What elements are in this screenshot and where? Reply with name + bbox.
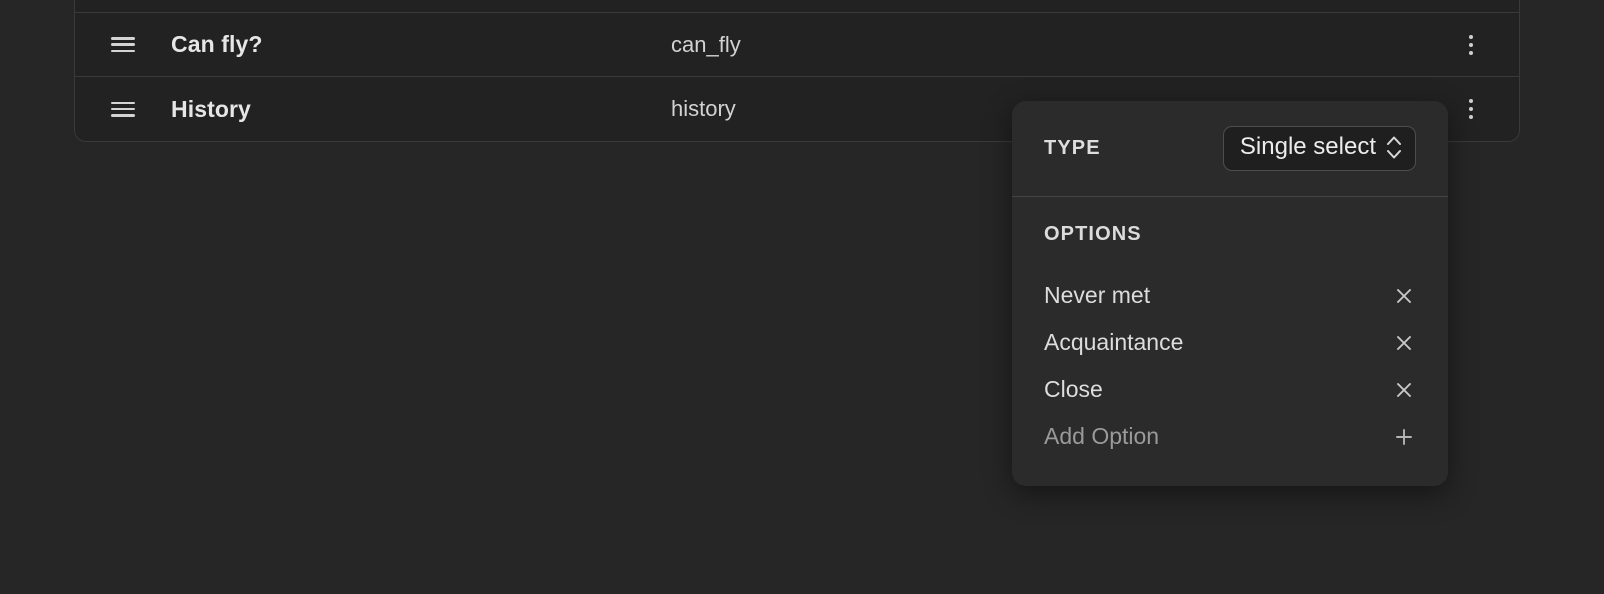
list-item[interactable]: Never met (1044, 272, 1416, 319)
kebab-dot (1469, 107, 1473, 111)
type-section-label: TYPE (1044, 137, 1101, 159)
add-option-label: Add Option (1044, 423, 1160, 449)
drag-handle-line (111, 43, 135, 46)
drag-handle-icon[interactable] (111, 37, 135, 52)
field-type-select-value: Single select (1239, 133, 1376, 161)
field-key: can_fly (671, 31, 741, 57)
drag-handle-line (111, 114, 135, 117)
kebab-dot (1469, 50, 1473, 55)
field-key: history (671, 96, 736, 121)
kebab-dot (1469, 115, 1473, 119)
list-item[interactable]: Close (1044, 366, 1416, 413)
field-type-popover: TYPE Single select OPTIONS Never met Acq… (1012, 101, 1448, 486)
option-label: Close (1044, 376, 1103, 402)
drag-handle-line (111, 49, 135, 52)
kebab-menu-icon[interactable] (1459, 33, 1483, 57)
option-label: Acquaintance (1044, 329, 1184, 355)
close-icon[interactable] (1392, 284, 1416, 308)
kebab-menu-icon[interactable] (1459, 97, 1483, 121)
close-icon[interactable] (1392, 378, 1416, 402)
popover-type-section: TYPE Single select (1012, 101, 1448, 197)
plus-icon[interactable] (1392, 425, 1416, 449)
row-drag-handle-cell (75, 37, 171, 52)
add-option-button[interactable]: Add Option (1044, 413, 1416, 460)
drag-handle-line (111, 107, 135, 111)
chevron-up-down-icon[interactable] (1386, 135, 1402, 160)
field-label: History (171, 95, 251, 122)
kebab-dot (1469, 42, 1473, 47)
drag-handle-icon[interactable] (111, 101, 135, 117)
list-item[interactable]: Acquaintance (1044, 319, 1416, 366)
row-menu-cell (1423, 33, 1519, 57)
field-type-select[interactable]: Single select (1222, 126, 1416, 171)
table-row[interactable]: Relationship relationship Single select (75, 0, 1519, 13)
drag-handle-line (111, 37, 135, 40)
row-drag-handle-cell (75, 101, 171, 117)
popover-options-section: OPTIONS Never met Acquaintance Close Add… (1012, 197, 1448, 486)
options-section-label: OPTIONS (1044, 223, 1142, 245)
close-icon[interactable] (1392, 331, 1416, 355)
table-row[interactable]: Can fly? can_fly (75, 13, 1519, 77)
kebab-dot (1469, 99, 1473, 103)
kebab-dot (1469, 34, 1473, 39)
field-label: Can fly? (171, 31, 263, 57)
drag-handle-line (111, 101, 135, 104)
option-label: Never met (1044, 282, 1151, 308)
